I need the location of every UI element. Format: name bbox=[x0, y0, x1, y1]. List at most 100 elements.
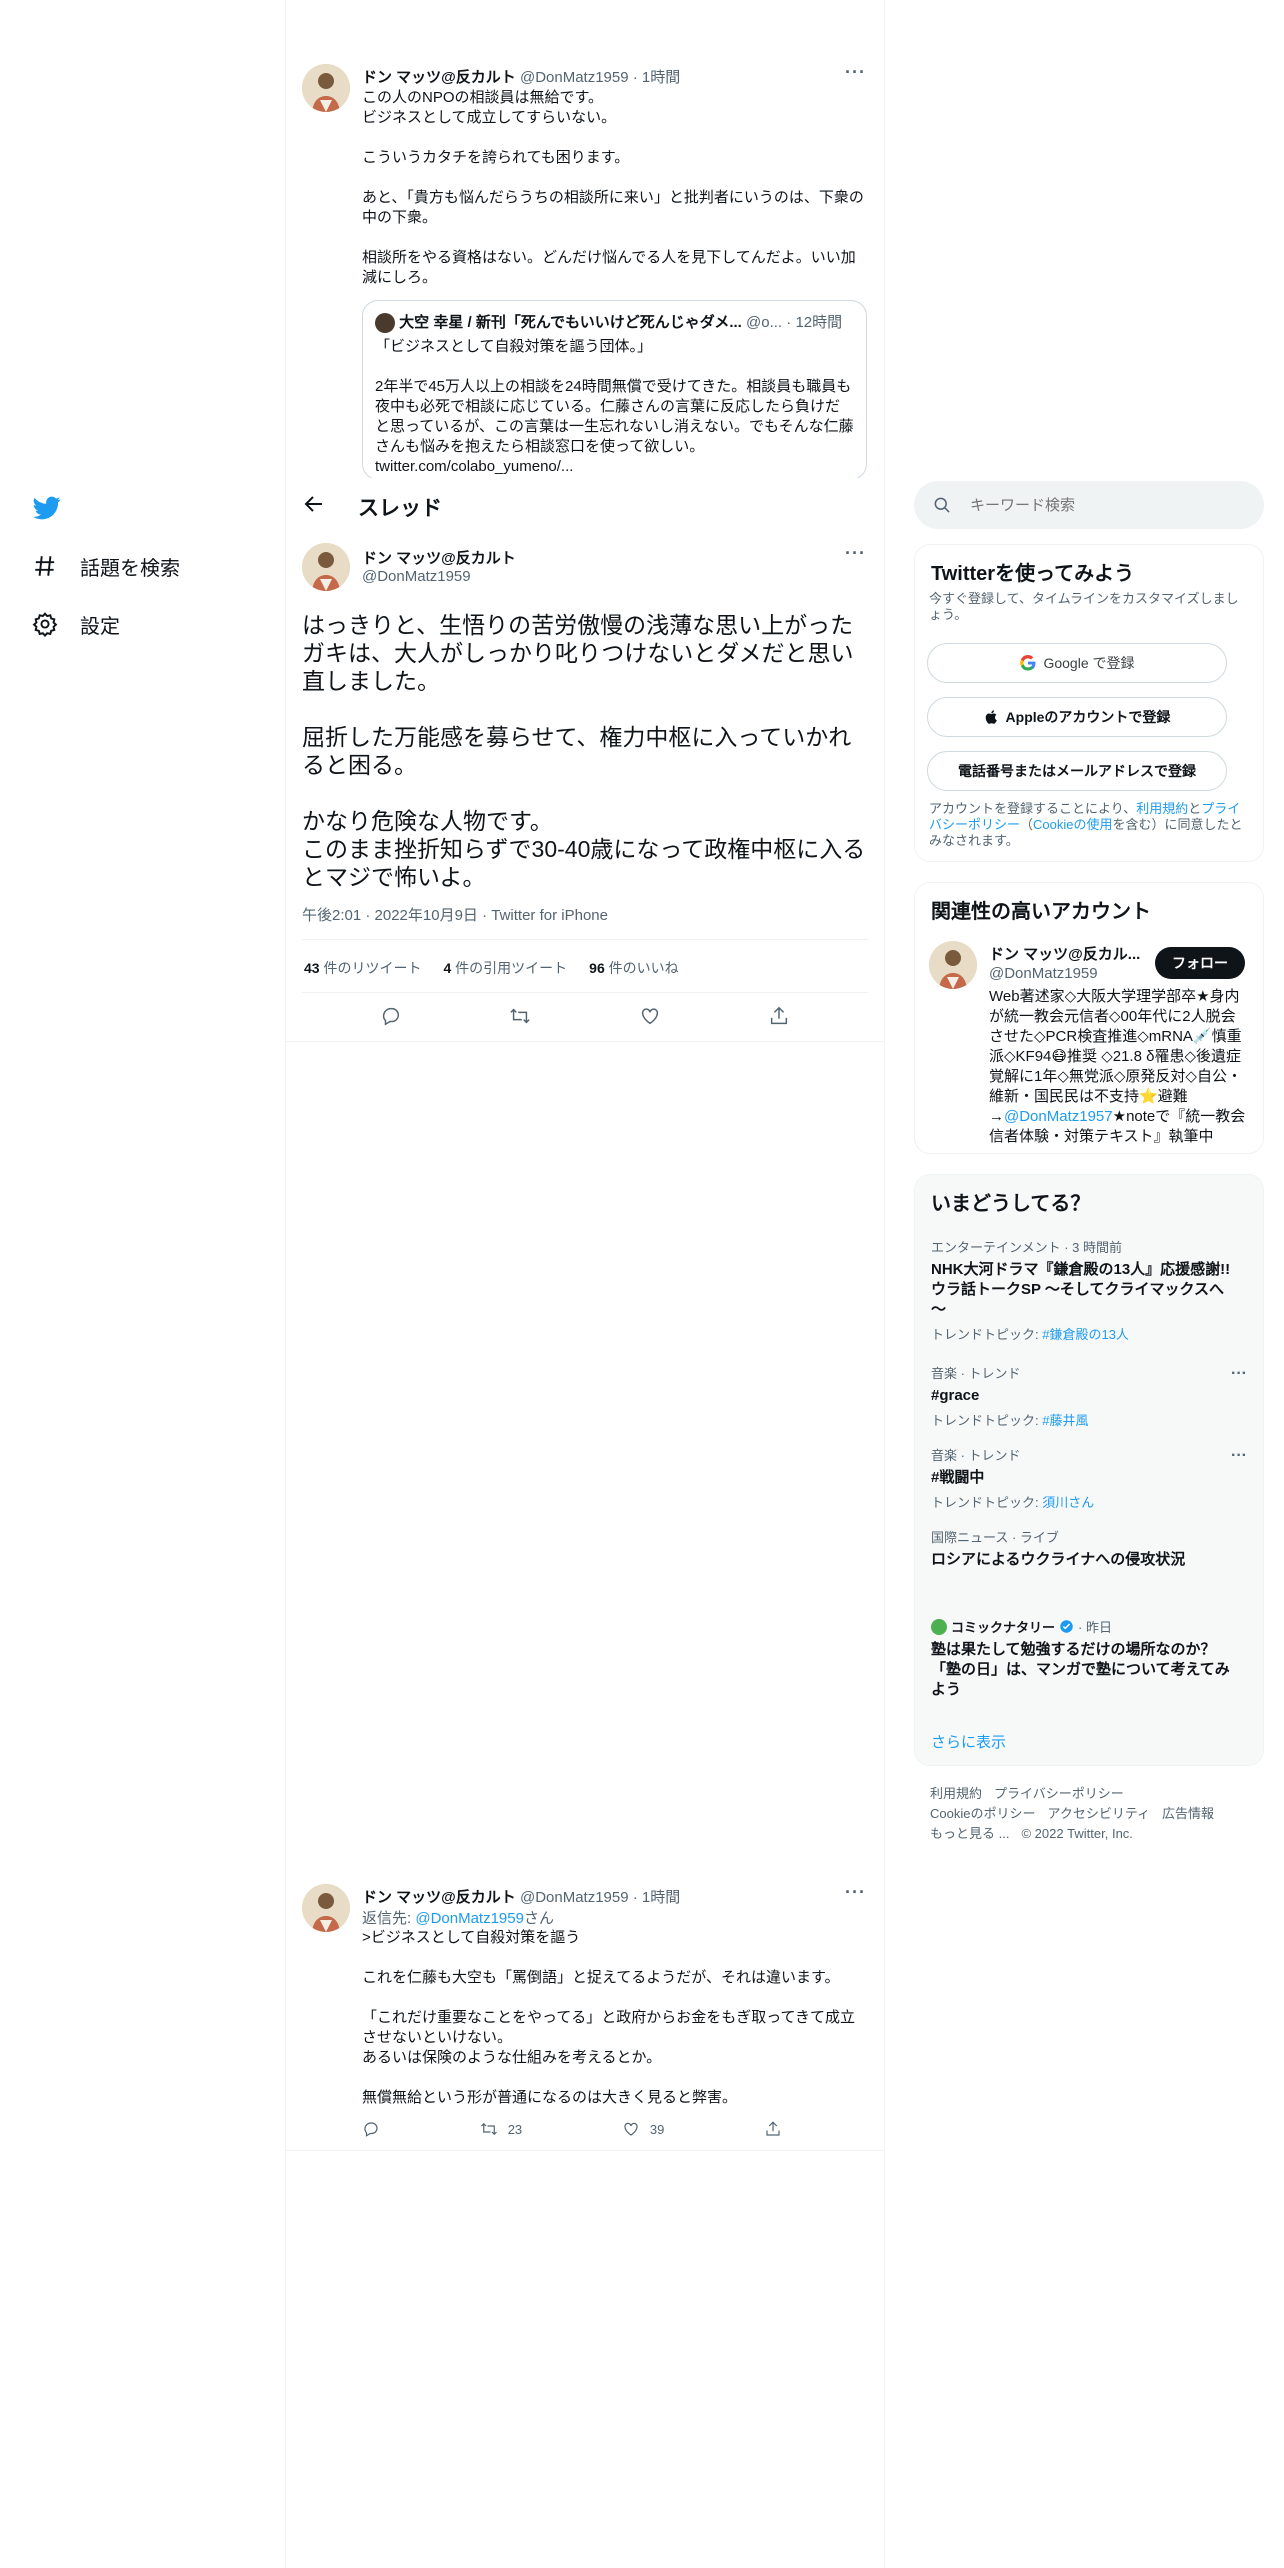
trend-item[interactable]: 国際ニュース · ライブ ロシアによるウクライナへの侵攻状況 bbox=[931, 1527, 1231, 1570]
author-name[interactable]: ドン マッツ@反カルト bbox=[362, 69, 516, 86]
google-signup-button[interactable]: Google で登録 bbox=[927, 643, 1227, 683]
footer-link[interactable]: Cookieのポリシー bbox=[930, 1806, 1035, 1821]
tweet-time[interactable]: · 1時間 bbox=[633, 69, 681, 86]
retweet-icon bbox=[480, 2122, 497, 2136]
reply-context: 返信先: @DonMatz1959さん bbox=[362, 1910, 554, 1927]
author-name[interactable]: ドン マッツ@反カルト bbox=[362, 1889, 516, 1906]
trend-topic-link[interactable]: #藤井風 bbox=[1042, 1413, 1088, 1428]
avatar[interactable] bbox=[302, 543, 350, 591]
nav-settings-label: 設定 bbox=[80, 615, 120, 638]
related-accounts-card: 関連性の高いアカウント ドン マッツ@反カル... @DonMatz1959 フ… bbox=[914, 882, 1264, 1154]
divider bbox=[286, 2150, 884, 2151]
trend-context: エンターテインメント · 3 時間前 bbox=[931, 1240, 1123, 1255]
verified-badge-icon bbox=[1060, 1620, 1073, 1633]
divider bbox=[286, 1041, 884, 1042]
reply-button[interactable] bbox=[362, 2120, 380, 2138]
trends-title: いまどうしてる？ bbox=[931, 1193, 1091, 1215]
trend-topic-link[interactable]: 須川さん bbox=[1042, 1495, 1094, 1510]
footer-link[interactable]: 広告情報 bbox=[1162, 1806, 1214, 1821]
like-stat[interactable]: 96 件のいいね bbox=[589, 958, 678, 978]
tweet-timestamp[interactable]: 午後2:01 · 2022年10月9日 · Twitter for iPhone bbox=[302, 904, 608, 925]
tweet-text: はっきりと、生悟りの苦労傲慢の浅薄な思い上がったガキは、大人がしっかり叱りつけな… bbox=[302, 612, 866, 890]
gear-icon bbox=[32, 612, 58, 637]
related-title: 関連性の高いアカウント bbox=[931, 901, 1151, 923]
footer-link[interactable]: アクセシビリティ bbox=[1047, 1806, 1150, 1821]
bio-link[interactable]: @DonMatz1957 bbox=[1004, 1108, 1113, 1125]
reply-to-link[interactable]: @DonMatz1959 bbox=[415, 1910, 524, 1927]
thread-header: スレッド bbox=[286, 478, 884, 531]
parent-tweet[interactable]: ドン マッツ@反カルト @DonMatz1959 · 1時間 ··· この人のN… bbox=[286, 50, 884, 480]
more-options-icon[interactable]: ··· bbox=[845, 62, 866, 83]
share-button[interactable] bbox=[764, 2120, 782, 2138]
more-options-icon[interactable]: ··· bbox=[845, 1882, 866, 1903]
footer-link[interactable]: 利用規約 bbox=[930, 1786, 982, 1801]
reply-tweet[interactable]: ドン マッツ@反カルト @DonMatz1959 · 1時間 ··· 返信先: … bbox=[286, 1870, 884, 2150]
share-icon[interactable] bbox=[768, 1005, 790, 1027]
follow-button[interactable]: フォロー bbox=[1155, 947, 1245, 979]
retweet-stat[interactable]: 43 件のリツイート bbox=[304, 958, 421, 978]
tweet-stats: 43 件のリツイート 4 件の引用ツイート 96 件のいいね bbox=[304, 958, 679, 978]
phone-signup-label: 電話番号またはメールアドレスで登録 bbox=[958, 763, 1196, 779]
apple-signup-button[interactable]: Appleのアカウントで登録 bbox=[927, 697, 1227, 737]
google-signup-label: Google で登録 bbox=[1043, 655, 1135, 671]
more-options-icon[interactable]: ··· bbox=[1231, 1365, 1247, 1383]
like-icon[interactable] bbox=[639, 1005, 661, 1027]
more-options-icon[interactable]: ··· bbox=[845, 543, 866, 564]
author-handle[interactable]: @DonMatz1959 bbox=[520, 1889, 629, 1906]
twitter-logo-icon[interactable] bbox=[32, 494, 62, 522]
trend-title: NHK大河ドラマ『鎌倉殿の13人』応援感謝!!ウラ話トークSP ～そしてクライマ… bbox=[931, 1261, 1231, 1318]
back-arrow-icon[interactable] bbox=[302, 492, 326, 516]
avatar-photo-icon bbox=[302, 543, 350, 591]
footer-link[interactable]: もっと見る ... bbox=[930, 1826, 1009, 1841]
tweet-time[interactable]: · 1時間 bbox=[633, 1889, 681, 1906]
search-box[interactable] bbox=[914, 481, 1264, 529]
share-icon bbox=[766, 2121, 780, 2136]
trend-item[interactable]: 音楽 · トレンド #grace トレンドトピック: #藤井風 bbox=[931, 1363, 1231, 1429]
related-bio: Web著述家◇大阪大学理学部卒★身内が統一教会元信者◇00年代に2人脱会させた◇… bbox=[989, 988, 1246, 1145]
source-logo-icon bbox=[931, 1618, 947, 1635]
related-handle[interactable]: @DonMatz1959 bbox=[989, 965, 1098, 982]
more-options-icon[interactable]: ··· bbox=[1231, 1447, 1247, 1465]
trend-context: 国際ニュース · ライブ bbox=[931, 1530, 1059, 1545]
reply-icon[interactable] bbox=[380, 1005, 402, 1027]
search-input[interactable] bbox=[970, 493, 1230, 517]
trend-title: ロシアによるウクライナへの侵攻状況 bbox=[931, 1551, 1186, 1568]
nav-settings[interactable]: 設定 bbox=[32, 604, 120, 644]
author-name[interactable]: ドン マッツ@反カルト bbox=[362, 547, 516, 568]
avatar[interactable] bbox=[302, 64, 350, 112]
phone-signup-button[interactable]: 電話番号またはメールアドレスで登録 bbox=[927, 751, 1227, 791]
nav-explore-label: 話題を検索 bbox=[80, 557, 180, 580]
trend-item[interactable]: エンターテインメント · 3 時間前 NHK大河ドラマ『鎌倉殿の13人』応援感謝… bbox=[931, 1237, 1231, 1343]
quote-stat[interactable]: 4 件の引用ツイート bbox=[443, 958, 567, 978]
trend-time: · 昨日 bbox=[1078, 1620, 1112, 1635]
nav-explore[interactable]: 話題を検索 bbox=[32, 546, 180, 586]
author-handle[interactable]: @DonMatz1959 bbox=[520, 69, 629, 86]
trend-topic-link[interactable]: #鎌倉殿の13人 bbox=[1042, 1327, 1129, 1342]
retweet-icon[interactable] bbox=[509, 1005, 531, 1027]
signup-subtitle: 今すぐ登録して、タイムラインをカスタマイズしましょう。 bbox=[929, 591, 1239, 622]
terms-link[interactable]: 利用規約 bbox=[1136, 801, 1188, 816]
trend-context: 音楽 · トレンド bbox=[931, 1366, 1021, 1381]
trend-context: 音楽 · トレンド bbox=[931, 1448, 1021, 1463]
avatar-photo-icon bbox=[302, 1884, 350, 1932]
retweet-button[interactable]: 23 bbox=[480, 2120, 522, 2138]
trend-item[interactable]: コミックナタリー · 昨日 塾は果たして勉強するだけの場所なのか？「塾の日」は、… bbox=[931, 1617, 1231, 1700]
divider bbox=[302, 992, 868, 993]
like-button[interactable]: 39 bbox=[622, 2120, 664, 2138]
quoted-tweet[interactable]: 大空 幸星 / 新刊「死んでもいいけど死んじゃダメ... @o... · 12時… bbox=[362, 300, 867, 480]
search-icon bbox=[934, 497, 950, 513]
quote-time: · 12時間 bbox=[786, 314, 843, 331]
avatar[interactable] bbox=[929, 941, 977, 989]
trend-title: #戦闘中 bbox=[931, 1469, 985, 1486]
tweet-text: この人のNPOの相談員は無給です。 ビジネスとして成立してすらいない。 こういう… bbox=[362, 89, 864, 286]
trend-item[interactable]: 音楽 · トレンド #戦闘中 トレンドトピック: 須川さん bbox=[931, 1445, 1231, 1511]
footer-link[interactable]: プライバシーポリシー bbox=[994, 1786, 1124, 1801]
author-handle[interactable]: @DonMatz1959 bbox=[362, 568, 516, 585]
related-name[interactable]: ドン マッツ@反カル... bbox=[989, 943, 1149, 964]
show-more-link[interactable]: さらに表示 bbox=[931, 1731, 1006, 1752]
main-column: ドン マッツ@反カルト @DonMatz1959 · 1時間 ··· この人のN… bbox=[286, 0, 884, 2568]
avatar[interactable] bbox=[302, 1884, 350, 1932]
cookie-link[interactable]: Cookieの使用 bbox=[1033, 817, 1112, 832]
hashtag-icon bbox=[35, 556, 55, 576]
copyright: © 2022 Twitter, Inc. bbox=[1021, 1826, 1133, 1841]
